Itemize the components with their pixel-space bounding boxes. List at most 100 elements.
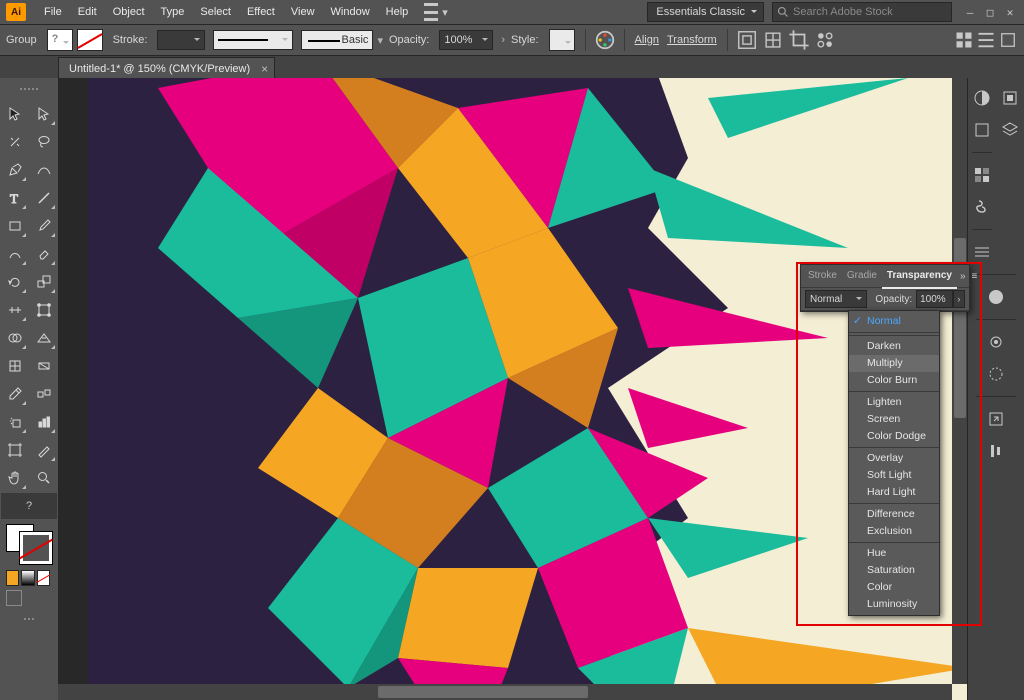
menu-help[interactable]: Help	[378, 0, 417, 24]
panel-collapse-icon[interactable]: »	[960, 271, 966, 282]
graphic-style[interactable]	[549, 29, 575, 51]
ctrlbar-icon-a[interactable]	[954, 30, 974, 50]
appearance-panel-icon[interactable]	[984, 330, 1008, 354]
libraries-panel-icon[interactable]	[998, 86, 1022, 110]
blend-option-lighten[interactable]: Lighten	[849, 394, 939, 411]
align-link[interactable]: Align	[635, 34, 659, 46]
opacity-field[interactable]: 100%	[439, 30, 493, 50]
isolate-icon[interactable]	[736, 29, 758, 51]
close-button[interactable]: ✕	[1002, 6, 1018, 19]
transform-link[interactable]: Transform	[667, 34, 717, 46]
menu-type[interactable]: Type	[153, 0, 193, 24]
slice-tool[interactable]	[30, 437, 57, 463]
blend-mode-select[interactable]: Normal	[805, 290, 867, 308]
curvature-tool[interactable]	[30, 157, 57, 183]
free-transform-tool[interactable]	[30, 297, 57, 323]
zoom-tool[interactable]	[30, 465, 57, 491]
recolor-icon[interactable]	[594, 29, 616, 51]
menu-object[interactable]: Object	[105, 0, 153, 24]
ctrlbar-icon-b[interactable]	[976, 30, 996, 50]
close-tab-icon[interactable]: ×	[261, 62, 268, 76]
panel-menu-icon[interactable]: ≡	[972, 271, 978, 282]
swatches-panel-icon[interactable]	[970, 163, 994, 187]
graphic-styles-icon[interactable]	[984, 362, 1008, 386]
width-tool[interactable]	[1, 297, 28, 323]
brushes-panel-icon[interactable]	[984, 285, 1008, 309]
tab-transparency[interactable]: Transparency	[882, 265, 957, 289]
transform-panel-icon[interactable]	[984, 407, 1008, 431]
blend-option-hard-light[interactable]: Hard Light	[849, 484, 939, 501]
gradient-tool[interactable]	[30, 353, 57, 379]
hand-tool[interactable]	[1, 465, 28, 491]
stroke-swatch[interactable]	[77, 29, 103, 51]
symbol-sprayer-tool[interactable]	[1, 409, 28, 435]
blend-tool[interactable]	[30, 381, 57, 407]
menu-select[interactable]: Select	[192, 0, 239, 24]
fill-stroke-control[interactable]	[6, 524, 52, 564]
blend-option-difference[interactable]: Difference	[849, 506, 939, 523]
rectangle-tool[interactable]	[1, 213, 28, 239]
blend-option-soft-light[interactable]: Soft Light	[849, 467, 939, 484]
artboard[interactable]	[88, 78, 968, 700]
horizontal-scrollbar[interactable]	[58, 684, 952, 700]
magic-wand-tool[interactable]	[1, 129, 28, 155]
line-tool[interactable]	[30, 185, 57, 211]
selection-tool[interactable]	[1, 101, 28, 127]
pen-tool[interactable]	[1, 157, 28, 183]
brush-def-selector[interactable]: Basic	[301, 30, 373, 50]
select-similar-icon[interactable]	[814, 29, 836, 51]
blend-option-color-dodge[interactable]: Color Dodge	[849, 428, 939, 445]
blend-option-overlay[interactable]: Overlay	[849, 450, 939, 467]
symbols-panel-icon[interactable]	[970, 195, 994, 219]
blend-option-exclusion[interactable]: Exclusion	[849, 523, 939, 540]
menu-window[interactable]: Window	[323, 0, 378, 24]
align-panel-icon[interactable]	[984, 439, 1008, 463]
distort-icon[interactable]	[762, 29, 784, 51]
color-mode-row[interactable]	[0, 568, 58, 588]
shaper-tool[interactable]	[1, 241, 28, 267]
menu-edit[interactable]: Edit	[70, 0, 105, 24]
menu-view[interactable]: View	[283, 0, 323, 24]
blend-option-color-burn[interactable]: Color Burn	[849, 372, 939, 389]
direct-selection-tool[interactable]	[30, 101, 57, 127]
layers-panel-icon[interactable]	[998, 118, 1022, 142]
menu-file[interactable]: File	[36, 0, 70, 24]
shape-builder-tool[interactable]	[1, 325, 28, 351]
panel-opacity-arrow[interactable]: ›	[953, 290, 965, 308]
canvas[interactable]	[58, 78, 968, 700]
type-tool[interactable]: T	[1, 185, 28, 211]
minimize-button[interactable]: —	[962, 6, 978, 19]
edit-toolbar[interactable]: ?	[1, 493, 57, 519]
artboard-tool[interactable]	[1, 437, 28, 463]
crop-icon[interactable]	[788, 29, 810, 51]
ctrlbar-icon-c[interactable]	[998, 30, 1018, 50]
color-panel-icon[interactable]	[970, 86, 994, 110]
stroke-panel-icon[interactable]	[970, 240, 994, 264]
workspace-switcher[interactable]: Essentials Classic	[647, 2, 764, 22]
scale-tool[interactable]	[30, 269, 57, 295]
menu-effect[interactable]: Effect	[239, 0, 283, 24]
eyedropper-tool[interactable]	[1, 381, 28, 407]
blend-option-color[interactable]: Color	[849, 579, 939, 596]
blend-option-normal[interactable]: Normal	[849, 313, 939, 330]
document-tab[interactable]: Untitled-1* @ 150% (CMYK/Preview)×	[58, 57, 275, 80]
blend-option-multiply[interactable]: Multiply	[849, 355, 939, 372]
paintbrush-tool[interactable]	[30, 213, 57, 239]
varwidth-profile[interactable]	[213, 30, 293, 50]
rotate-tool[interactable]	[1, 269, 28, 295]
stroke-weight-field[interactable]	[157, 30, 205, 50]
column-graph-tool[interactable]	[30, 409, 57, 435]
eraser-tool[interactable]	[30, 241, 57, 267]
screen-mode-row[interactable]	[0, 588, 58, 608]
properties-panel-icon[interactable]	[970, 118, 994, 142]
panel-opacity-field[interactable]: 100%	[916, 290, 953, 308]
arrange-docs-icon[interactable]	[422, 3, 444, 21]
lasso-tool[interactable]	[30, 129, 57, 155]
maximize-button[interactable]: □	[982, 6, 998, 19]
vertical-scrollbar[interactable]	[952, 78, 968, 684]
mesh-tool[interactable]	[1, 353, 28, 379]
blend-option-screen[interactable]: Screen	[849, 411, 939, 428]
fill-swatch[interactable]: ?	[47, 29, 73, 51]
tab-gradient[interactable]: Gradie ◇	[842, 265, 882, 287]
blend-option-luminosity[interactable]: Luminosity	[849, 596, 939, 613]
